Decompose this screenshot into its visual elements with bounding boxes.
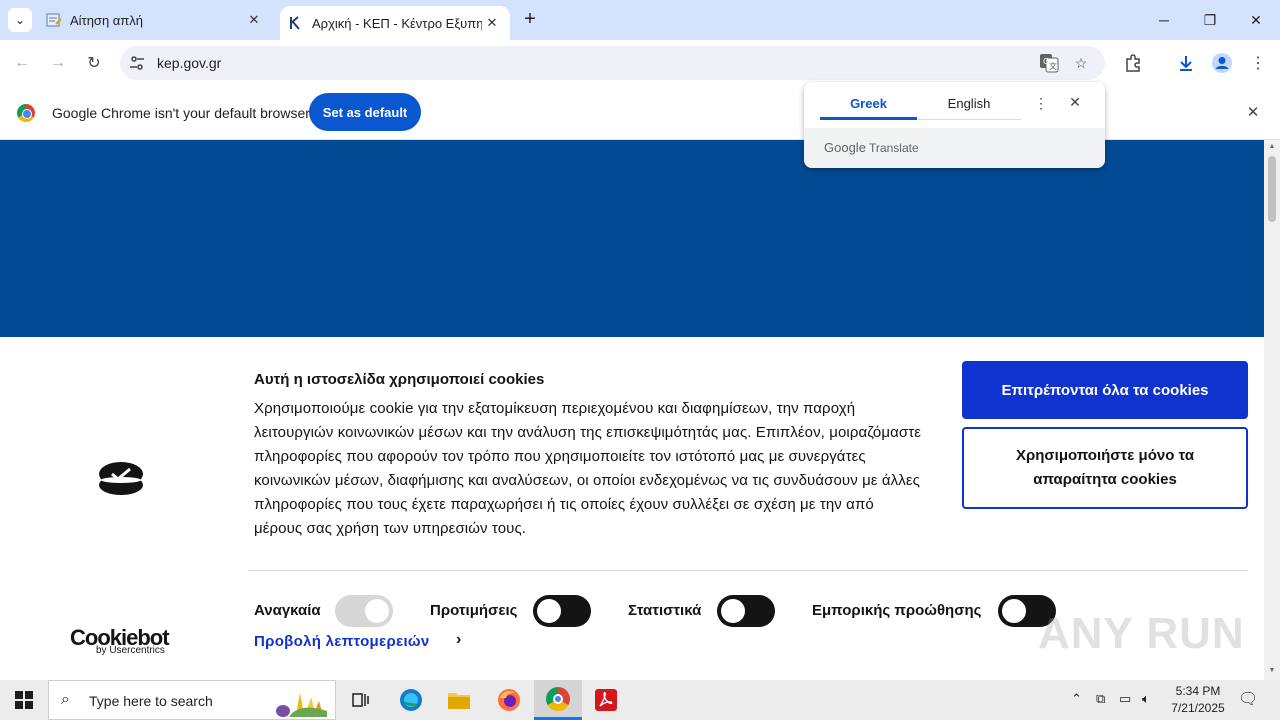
chevron-down-icon: ⌄ xyxy=(14,13,26,27)
task-view-icon[interactable] xyxy=(336,680,384,720)
star-icon[interactable]: ☆ xyxy=(1071,53,1091,73)
windows-taskbar: ⌕ Type here to search ⌃ ⧉ ▭ 🔈︎ 5:34 PM 7… xyxy=(0,680,1280,720)
new-tab-button[interactable]: + xyxy=(518,8,542,32)
arrow-left-icon: ← xyxy=(14,54,30,71)
close-icon[interactable]: ✕ xyxy=(482,13,502,33)
category-label-statistics: Στατιστικά xyxy=(628,602,702,619)
url-text: kep.gov.gr xyxy=(157,55,222,71)
restore-button[interactable]: ❐ xyxy=(1187,0,1233,40)
google-translate-brand: Google Translate xyxy=(824,140,919,155)
divider xyxy=(248,570,1248,571)
anyrun-watermark: ANY RUN xyxy=(1038,609,1245,658)
tab-target-language[interactable]: English xyxy=(917,96,1021,120)
form-icon xyxy=(46,12,62,28)
address-bar[interactable]: kep.gov.gr G文 ☆ xyxy=(120,46,1105,80)
cookie-site-logo-icon xyxy=(99,462,143,495)
taskbar-search[interactable]: ⌕ Type here to search xyxy=(48,680,336,720)
download-icon[interactable] xyxy=(1173,50,1199,76)
file-explorer-icon[interactable] xyxy=(435,680,483,720)
close-icon[interactable]: ✕ xyxy=(1243,103,1263,123)
search-placeholder: Type here to search xyxy=(89,693,213,709)
cookie-heading: Αυτή η ιστοσελίδα χρησιμοποιεί cookies xyxy=(254,371,545,388)
necessary-only-button[interactable]: Χρησιμοποιήστε μόνο τα απαραίτητα cookie… xyxy=(962,427,1248,509)
chrome-logo-icon xyxy=(17,104,35,122)
clock-date[interactable]: 7/21/2025 xyxy=(1165,701,1231,715)
chevron-right-icon[interactable]: › xyxy=(456,631,461,649)
cookie-body-text: Χρησιμοποιούμε cookie για την εξατομίκευ… xyxy=(254,400,922,537)
close-icon[interactable]: ✕ xyxy=(244,10,264,30)
tab-aitisi[interactable]: Αίτηση απλή ✕ xyxy=(38,0,272,40)
network-icon[interactable]: ▭ xyxy=(1119,691,1131,707)
site-header-banner xyxy=(0,140,1264,337)
reload-icon: ↻ xyxy=(87,55,101,72)
scroll-up-icon[interactable]: ▲ xyxy=(1268,143,1276,150)
start-button[interactable] xyxy=(0,680,48,720)
show-details-link[interactable]: Προβολή λεπτομερειών xyxy=(254,633,430,650)
extensions-icon[interactable] xyxy=(1120,50,1146,76)
scroll-thumb[interactable] xyxy=(1268,156,1276,222)
translate-footer: Google Translate xyxy=(804,128,1105,168)
allow-all-cookies-button[interactable]: Επιτρέπονται όλα τα cookies xyxy=(962,361,1248,419)
category-label-necessary: Αναγκαία xyxy=(254,602,321,619)
translate-icon[interactable]: G文 xyxy=(1039,53,1059,73)
scroll-down-icon[interactable]: ▼ xyxy=(1268,667,1276,674)
minimize-button[interactable]: ─ xyxy=(1141,0,1187,40)
site-info-icon[interactable] xyxy=(127,53,147,73)
browser-toolbar: ← → ↻ kep.gov.gr G文 ☆ ⋮ xyxy=(0,40,1280,86)
volume-icon[interactable]: 🔈︎ xyxy=(1142,691,1150,707)
search-highlight-icon xyxy=(276,693,327,717)
forward-button[interactable]: → xyxy=(45,50,71,76)
category-label-marketing: Εμπορικής προώθησης xyxy=(812,602,982,619)
clock-time[interactable]: 5:34 PM xyxy=(1168,684,1228,698)
translate-popup: Greek English ⋮ ✕ Google Translate xyxy=(804,82,1105,168)
reload-button[interactable]: ↻ xyxy=(81,50,107,76)
acrobat-icon[interactable] xyxy=(582,680,630,720)
more-options-icon[interactable]: ⋮ xyxy=(1034,95,1048,112)
tab-title: Αίτηση απλή xyxy=(70,12,144,28)
tray-chevron-up-icon[interactable]: ⌃ xyxy=(1071,691,1082,707)
profile-avatar[interactable] xyxy=(1209,50,1235,76)
notification-icon[interactable]: 🗨︎ xyxy=(1238,689,1258,709)
search-icon: ⌕ xyxy=(61,691,70,708)
arrow-right-icon: → xyxy=(50,54,66,71)
tab-source-language[interactable]: Greek xyxy=(820,96,917,120)
page-scrollbar[interactable]: ▲ ▼ xyxy=(1264,140,1280,680)
close-icon[interactable]: ✕ xyxy=(1066,94,1084,111)
cookiebot-byline: by Usercentrics xyxy=(96,645,165,656)
toggle-necessary xyxy=(335,595,393,627)
toggle-statistics[interactable] xyxy=(717,595,775,627)
tab-title: Αρχική - ΚΕΠ - Κέντρο Εξυπηρέτησης xyxy=(312,15,482,31)
category-label-preferences: Προτιμήσεις xyxy=(430,602,518,619)
window-close-button[interactable]: ✕ xyxy=(1233,0,1279,40)
svg-text:文: 文 xyxy=(1049,61,1057,71)
menu-icon[interactable]: ⋮ xyxy=(1245,50,1271,76)
back-button[interactable]: ← xyxy=(9,50,35,76)
edge-icon[interactable] xyxy=(387,680,435,720)
tab-strip: ⌄ Αίτηση απλή ✕ Αρχική - ΚΕΠ - Κέντρο Εξ… xyxy=(0,0,1280,40)
tab-kep[interactable]: Αρχική - ΚΕΠ - Κέντρο Εξυπηρέτησης ✕ xyxy=(280,6,510,40)
page-content: Αυτή η ιστοσελίδα χρησιμοποιεί cookies Χ… xyxy=(0,140,1264,680)
windows-icon xyxy=(15,691,33,709)
chrome-taskbar-icon[interactable] xyxy=(534,680,582,720)
network-share-icon[interactable]: ⧉ xyxy=(1096,691,1105,707)
infobar-message: Google Chrome isn't your default browser xyxy=(52,105,310,121)
tab-search-button[interactable]: ⌄ xyxy=(8,8,32,32)
firefox-icon[interactable] xyxy=(485,680,533,720)
toggle-preferences[interactable] xyxy=(533,595,591,627)
set-as-default-button[interactable]: Set as default xyxy=(309,93,421,131)
kep-icon xyxy=(288,15,304,31)
cookie-dialog: Αυτή η ιστοσελίδα χρησιμοποιεί cookies Χ… xyxy=(0,337,1264,680)
